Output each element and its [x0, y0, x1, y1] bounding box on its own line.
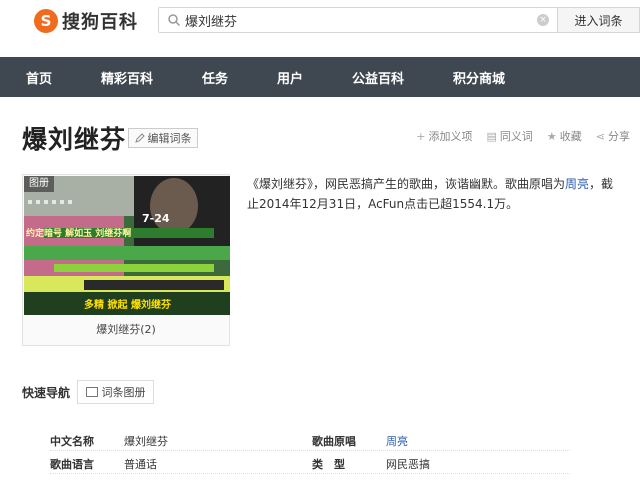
album-thumbnail [24, 176, 230, 315]
pencil-icon [134, 133, 145, 143]
star-icon: ★ [546, 129, 557, 143]
search-icon [168, 14, 181, 27]
info-value-link[interactable]: 周亮 [386, 433, 408, 449]
summary-text-1: 《爆刘继芬》，网民恶搞产生的歌曲，诙谐幽默。歌曲原唱为 [247, 177, 566, 191]
nav-item-tasks[interactable]: 任务 [202, 68, 228, 87]
share-label: 分享 [608, 130, 630, 143]
info-row: 歌曲语言 普通话 类 型 网民恶搞 [50, 451, 570, 474]
album-overlay-text-2: 约定暗号 解如玉 刘继芬啊 [26, 229, 132, 239]
album-tag: 图册 [24, 176, 54, 192]
nav-item-points-mall[interactable]: 积分商城 [453, 68, 505, 87]
album-nav-label: 词条图册 [101, 386, 146, 399]
add-meaning-label: 添加义项 [428, 130, 473, 143]
info-key: 类 型 [312, 458, 345, 471]
enter-entry-button[interactable]: 进入词条 [557, 7, 640, 33]
info-row: 中文名称 爆刘继芬 歌曲原唱 周亮 [50, 428, 570, 451]
entry-summary: 《爆刘继芬》，网民恶搞产生的歌曲，诙谐幽默。歌曲原唱为周亮，截止2014年12月… [247, 174, 617, 214]
main-nav: 首页 精彩百科 任务 用户 公益百科 积分商城 [0, 57, 640, 97]
edit-entry-button[interactable]: 编辑词条 [128, 128, 198, 148]
logo[interactable]: S 搜狗百科 [34, 8, 138, 34]
edit-entry-label: 编辑词条 [147, 132, 192, 145]
singer-link[interactable]: 周亮 [565, 177, 589, 191]
nav-item-charity[interactable]: 公益百科 [352, 68, 404, 87]
search-box: × [158, 7, 558, 33]
info-value: 普通话 [124, 458, 157, 471]
list-icon: ▤ [486, 129, 497, 143]
favorite-label: 收藏 [559, 130, 582, 143]
page-title: 爆刘继芬 [22, 125, 127, 154]
album-overlay-text-1: 7-24 [142, 212, 170, 225]
plus-icon: + [416, 129, 426, 143]
logo-mark: S [34, 9, 58, 33]
share-icon: ⋖ [595, 129, 605, 143]
search-input[interactable] [185, 8, 525, 32]
album-overlay-text-3: 多精 掀起 爆刘继芬 [84, 300, 171, 311]
share-button[interactable]: ⋖ 分享 [596, 128, 630, 144]
site-header: S 搜狗百科 × 进入词条 [0, 0, 640, 40]
info-key: 歌曲语言 [50, 458, 94, 471]
album-caption[interactable]: 爆刘继芬(2) [23, 321, 229, 337]
nav-item-home[interactable]: 首页 [26, 68, 52, 87]
clear-icon[interactable]: × [537, 14, 549, 26]
info-key: 歌曲原唱 [312, 435, 356, 448]
quick-nav-label: 快速导航 [22, 386, 71, 400]
album-nav-button[interactable]: 词条图册 [77, 380, 154, 404]
info-table: 中文名称 爆刘继芬 歌曲原唱 周亮 歌曲语言 普通话 类 型 网民恶搞 [50, 428, 570, 474]
album-card[interactable]: 7-24 约定暗号 解如玉 刘继芬啊 多精 掀起 爆刘继芬 图册 爆刘继芬(2) [22, 174, 230, 346]
logo-text: 搜狗百科 [62, 12, 138, 33]
nav-item-users[interactable]: 用户 [277, 68, 303, 87]
nav-item-featured[interactable]: 精彩百科 [101, 68, 153, 87]
info-key: 中文名称 [50, 435, 94, 448]
info-value: 网民恶搞 [386, 458, 430, 471]
image-icon [85, 387, 98, 397]
synonym-label: 同义词 [499, 130, 533, 143]
synonym-button[interactable]: ▤ 同义词 [487, 128, 533, 144]
entry-actions: + 添加义项 ▤ 同义词 ★ 收藏 ⋖ 分享 [416, 128, 630, 144]
favorite-button[interactable]: ★ 收藏 [547, 128, 582, 144]
info-value: 爆刘继芬 [124, 435, 168, 448]
album-image[interactable]: 7-24 约定暗号 解如玉 刘继芬啊 多精 掀起 爆刘继芬 图册 [24, 176, 230, 315]
add-meaning-button[interactable]: + 添加义项 [416, 128, 472, 144]
